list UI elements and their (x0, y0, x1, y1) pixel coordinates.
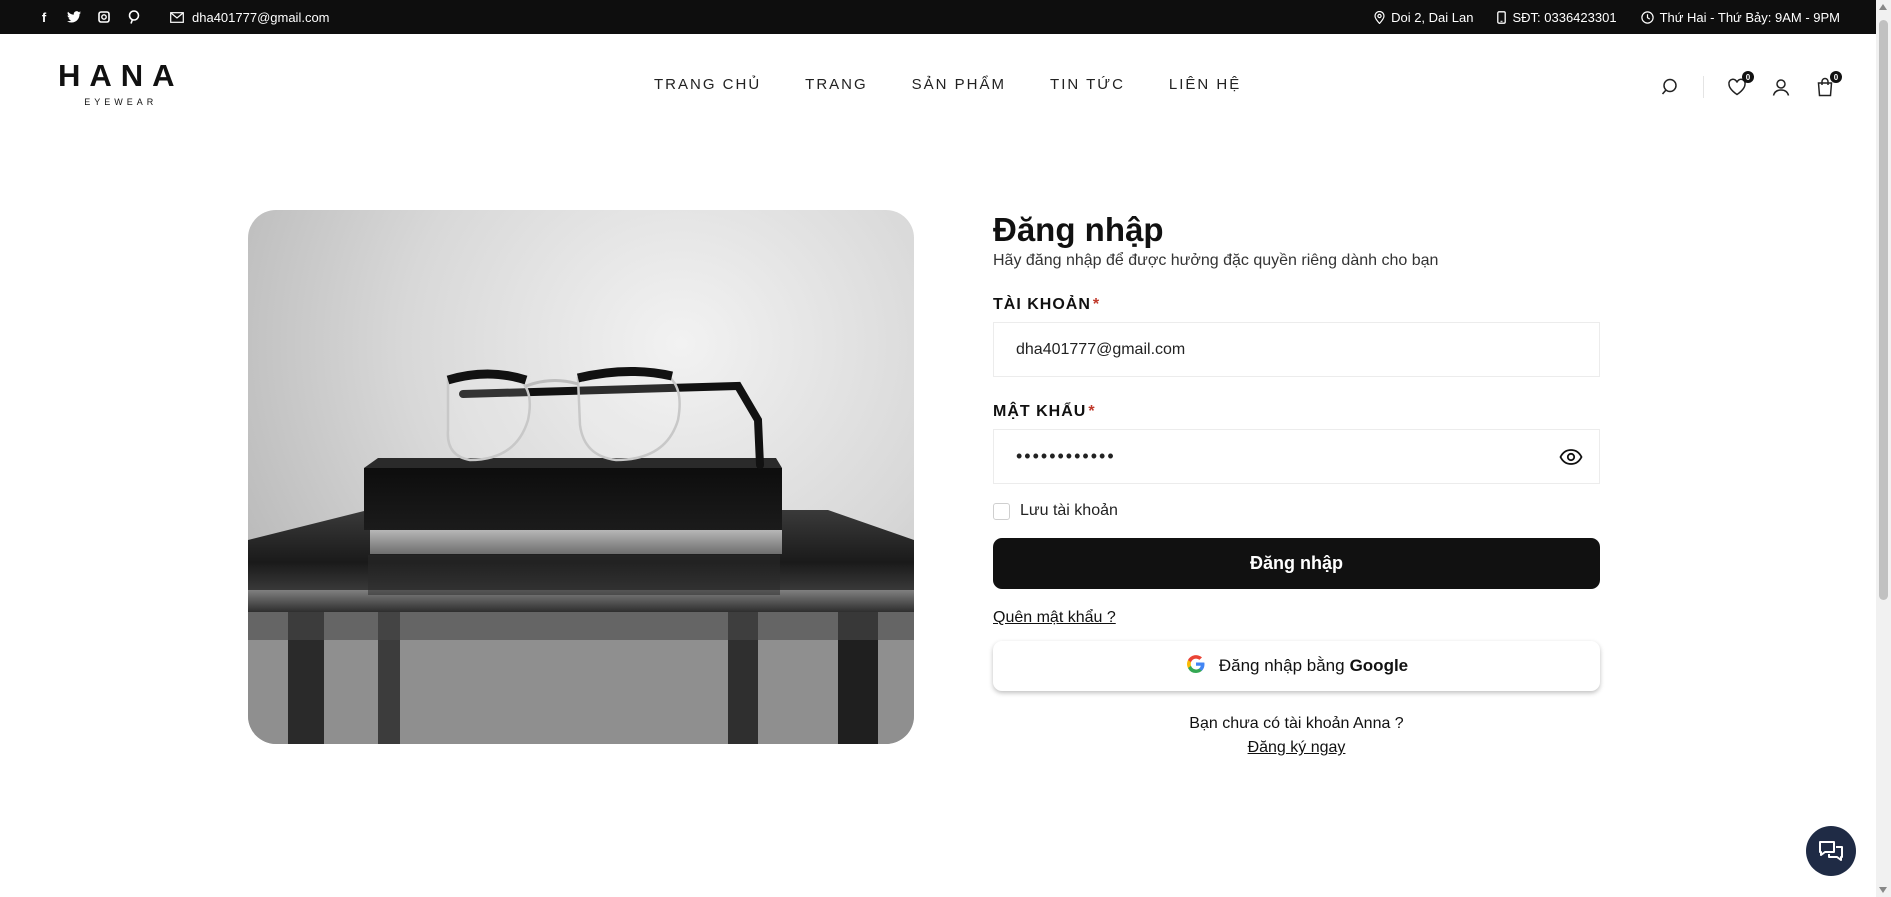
signup-link[interactable]: Đăng ký ngay (993, 739, 1600, 757)
header-divider (1703, 76, 1704, 98)
phone-item: SĐT: 0336423301 (1497, 9, 1617, 25)
nav-item-products[interactable]: SẢN PHẨM (912, 76, 1006, 93)
password-input-value: •••••••••••• (1016, 446, 1116, 467)
remember-checkbox[interactable] (993, 502, 1010, 520)
phone-text: SĐT: 0336423301 (1512, 9, 1617, 25)
password-input[interactable]: •••••••••••• (993, 429, 1600, 485)
facebook-icon[interactable]: f (36, 9, 52, 25)
main-nav: TRANG CHỦ TRANG SẢN PHẨM TIN TỨC LIÊN HỆ (654, 76, 1241, 93)
google-login-prefix: Đăng nhập bằng (1218, 656, 1345, 676)
required-mark: * (1092, 296, 1101, 314)
scroll-down-arrow-icon[interactable] (1879, 887, 1887, 893)
hours-item: Thứ Hai - Thứ Bảy: 9AM - 9PM (1640, 9, 1840, 25)
signup-section: Bạn chưa có tài khoản Anna ? Đăng ký nga… (993, 715, 1600, 757)
remember-label: Lưu tài khoản (1020, 502, 1118, 520)
cart-icon[interactable]: 0 (1814, 71, 1842, 98)
nav-item-home[interactable]: TRANG CHỦ (654, 76, 761, 93)
twitter-icon[interactable] (66, 9, 82, 25)
google-brand: Google (1349, 656, 1409, 676)
logo[interactable]: HANA EYEWEAR (58, 60, 184, 107)
google-icon (1185, 653, 1207, 680)
clock-icon (1640, 10, 1654, 24)
eye-icon[interactable] (1559, 447, 1583, 472)
mail-icon (170, 11, 184, 23)
logo-subtitle: EYEWEAR (84, 97, 158, 107)
logo-brand: HANA (58, 58, 184, 93)
pinterest-icon[interactable] (126, 9, 142, 25)
password-label-text: MẬT KHẨU (993, 403, 1087, 421)
header-icons: 0 0 (1659, 71, 1842, 98)
search-icon[interactable] (1659, 76, 1681, 98)
nav-item-contact[interactable]: LIÊN HỆ (1169, 76, 1241, 93)
top-bar: f dha401777@gmail.com Doi 2, Dai Lan SĐT… (0, 0, 1876, 34)
no-account-text: Bạn chưa có tài khoản Anna ? (1189, 715, 1404, 733)
wishlist-icon[interactable]: 0 (1726, 71, 1754, 98)
login-subtitle: Hãy đăng nhập để được hưởng đặc quyền ri… (993, 252, 1439, 270)
address-text: Doi 2, Dai Lan (1391, 9, 1474, 25)
top-bar-left: f dha401777@gmail.com (36, 9, 330, 25)
login-title: Đăng nhập (993, 211, 1164, 248)
account-input-value: dha401777@gmail.com (1016, 340, 1186, 358)
wishlist-count-badge: 0 (1742, 71, 1754, 83)
email-text: dha401777@gmail.com (192, 9, 330, 25)
password-label: MẬT KHẨU * (993, 403, 1600, 421)
login-form: Đăng nhập Hãy đăng nhập để được hưởng đặ… (993, 211, 1600, 757)
address-item: Doi 2, Dai Lan (1374, 10, 1473, 25)
page-scrollbar[interactable] (1876, 0, 1891, 897)
login-button[interactable]: Đăng nhập (993, 538, 1600, 590)
eyewear-product-photo (248, 210, 914, 744)
top-bar-right: Doi 2, Dai Lan SĐT: 0336423301 Thứ Hai -… (1374, 10, 1840, 25)
google-login-button[interactable]: Đăng nhập bằng Google (993, 641, 1600, 692)
hours-text: Thứ Hai - Thứ Bảy: 9AM - 9PM (1659, 9, 1840, 25)
scroll-up-arrow-icon[interactable] (1879, 4, 1887, 10)
instagram-icon[interactable] (96, 9, 112, 25)
account-label-text: TÀI KHOẢN (993, 296, 1091, 314)
phone-icon (1497, 10, 1507, 24)
page: f dha401777@gmail.com Doi 2, Dai Lan SĐT… (0, 0, 1891, 897)
account-label: TÀI KHOẢN * (993, 296, 1600, 314)
nav-item-news[interactable]: TIN TỨC (1050, 76, 1125, 93)
required-mark: * (1088, 403, 1096, 421)
user-icon[interactable] (1770, 76, 1792, 98)
account-input[interactable]: dha401777@gmail.com (993, 322, 1600, 378)
nav-item-pages[interactable]: TRANG (805, 76, 868, 93)
google-login-text: Đăng nhập bằng Google (1219, 656, 1408, 676)
forgot-password-link[interactable]: Quên mật khẩu ? (993, 609, 1116, 627)
cart-count-badge: 0 (1830, 71, 1842, 83)
chat-button[interactable] (1806, 826, 1856, 876)
map-pin-icon (1374, 10, 1385, 24)
site-header: HANA EYEWEAR TRANG CHỦ TRANG SẢN PHẨM TI… (0, 34, 1876, 138)
remember-account[interactable]: Lưu tài khoản (993, 502, 1600, 520)
chat-icon (1819, 841, 1843, 861)
top-bar-email[interactable]: dha401777@gmail.com (170, 10, 330, 25)
scrollbar-thumb[interactable] (1879, 20, 1888, 600)
